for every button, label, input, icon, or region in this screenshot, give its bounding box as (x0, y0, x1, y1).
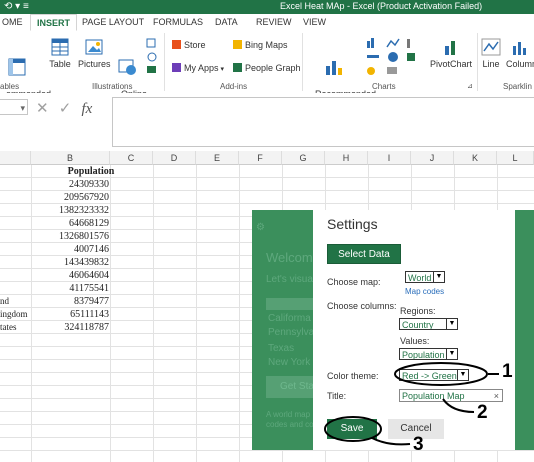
annotation-label-1: 1 (502, 361, 513, 382)
annotation-label-2: 2 (477, 402, 488, 423)
annotation-label-3: 3 (413, 434, 424, 455)
annotation-line-2 (442, 398, 475, 413)
annotation-line-3 (371, 437, 411, 446)
annotation-overlay (324, 362, 499, 446)
annotation-ellipse-color-theme (394, 362, 488, 386)
